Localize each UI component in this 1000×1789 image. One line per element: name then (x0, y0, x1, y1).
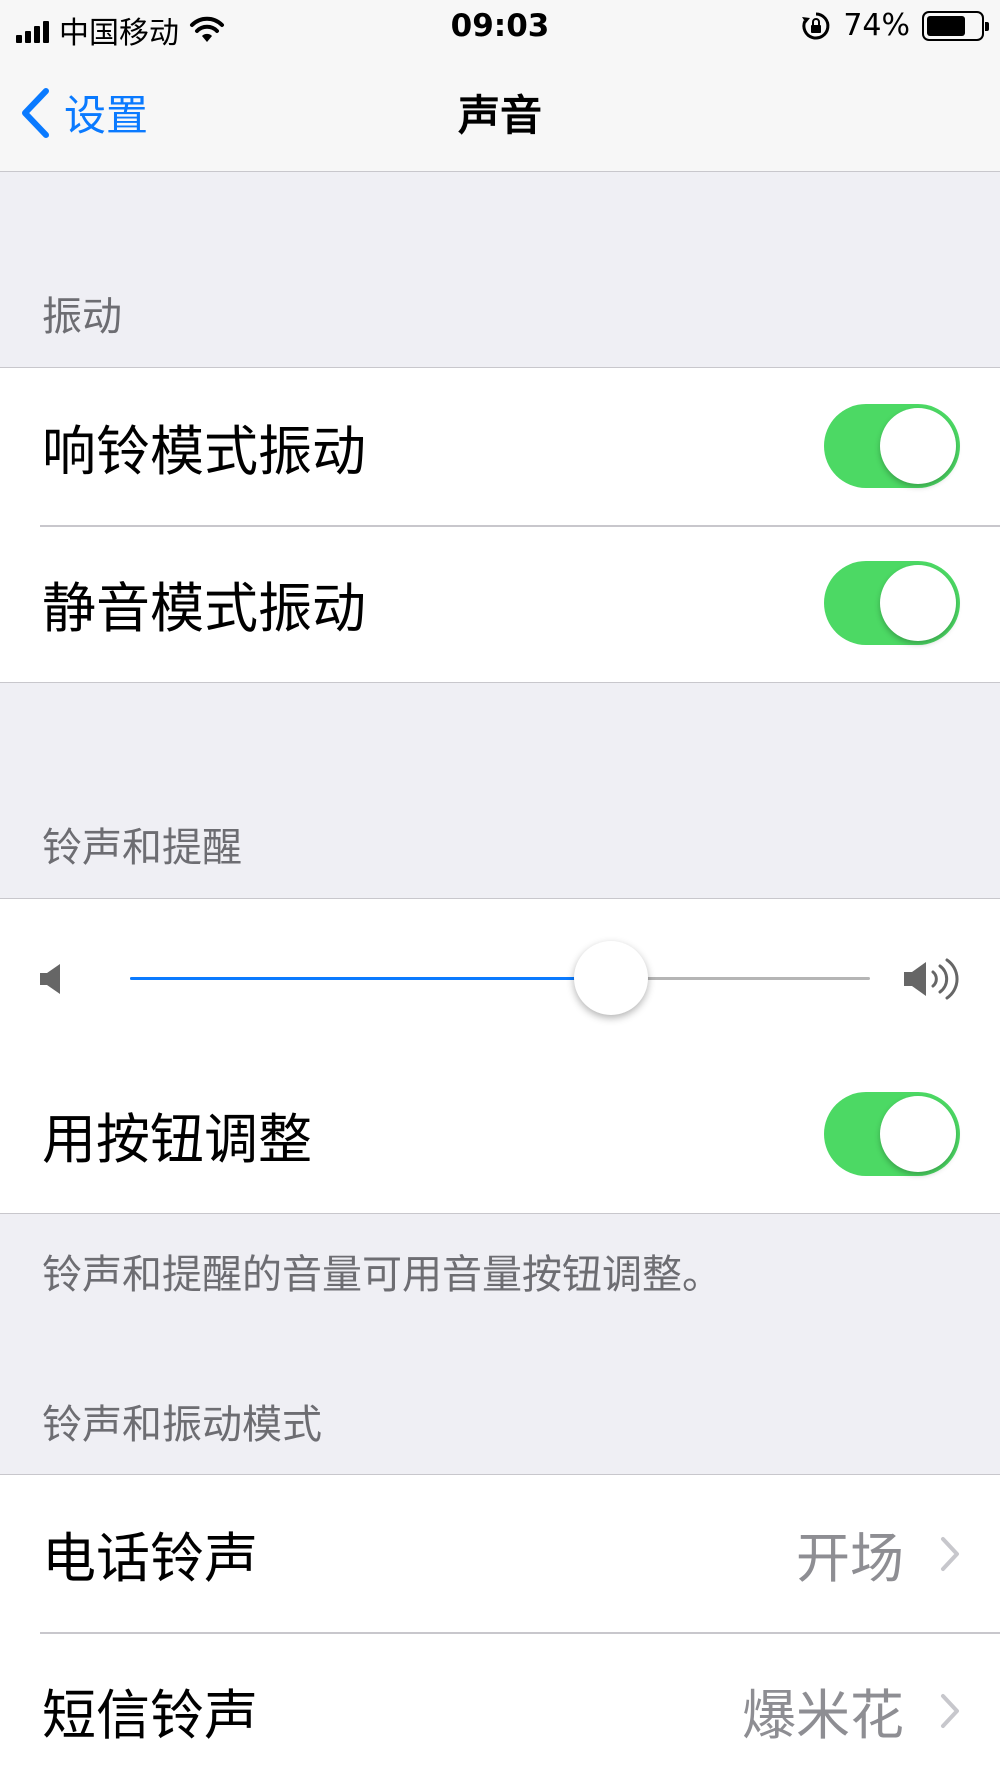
vibration-group: 响铃模式振动 静音模式振动 (0, 367, 1000, 683)
patterns-group: 电话铃声 开场 短信铃声 爆米花 (0, 1474, 1000, 1789)
row-label: 短信铃声 (42, 1684, 258, 1747)
row-label: 响铃模式振动 (42, 420, 366, 483)
ringer-footer-note: 铃声和提醒的音量可用音量按钮调整。 (42, 1252, 722, 1298)
toggle-knob (880, 408, 956, 484)
page-title: 声音 (457, 91, 542, 140)
row-label: 电话铃声 (42, 1527, 258, 1590)
volume-slider-row (0, 899, 1000, 1056)
ring-vibrate-toggle[interactable] (824, 404, 960, 488)
row-label: 静音模式振动 (42, 577, 366, 640)
change-with-buttons-toggle[interactable] (824, 1092, 960, 1176)
row-ring-vibrate: 响铃模式振动 (0, 368, 1000, 525)
chevron-right-icon (941, 1536, 959, 1571)
orientation-lock-icon (802, 12, 830, 39)
volume-slider-track[interactable] (130, 941, 870, 1015)
toggle-knob (880, 1096, 956, 1172)
volume-high-icon (904, 958, 959, 1000)
section-header-vibration: 振动 (42, 294, 122, 340)
volume-slider-thumb[interactable] (574, 941, 648, 1015)
status-bar: 中国移动 09:03 74% (0, 0, 1000, 56)
row-change-with-buttons: 用按钮调整 (0, 1056, 1000, 1213)
ringer-group: 用按钮调整 (0, 898, 1000, 1214)
battery-icon (922, 10, 989, 41)
status-right: 74% (801, 8, 989, 43)
chevron-right-icon (941, 1693, 959, 1728)
row-text-tone[interactable]: 短信铃声 爆米花 (0, 1632, 1000, 1789)
row-value: 开场 (796, 1527, 904, 1590)
silent-vibrate-toggle[interactable] (824, 561, 960, 645)
row-silent-vibrate: 静音模式振动 (0, 525, 1000, 682)
battery-percent: 74% (843, 8, 910, 43)
section-header-ringer: 铃声和提醒 (42, 825, 242, 871)
row-label: 用按钮调整 (42, 1108, 312, 1171)
battery-fill (927, 15, 966, 36)
row-value: 爆米花 (742, 1684, 904, 1747)
volume-slider-fill (130, 977, 611, 980)
volume-low-icon (40, 964, 60, 994)
row-ringtone[interactable]: 电话铃声 开场 (0, 1475, 1000, 1632)
toggle-knob (880, 565, 956, 641)
section-header-patterns: 铃声和振动模式 (42, 1402, 322, 1448)
navigation-bar: 设置 声音 (0, 56, 1000, 172)
